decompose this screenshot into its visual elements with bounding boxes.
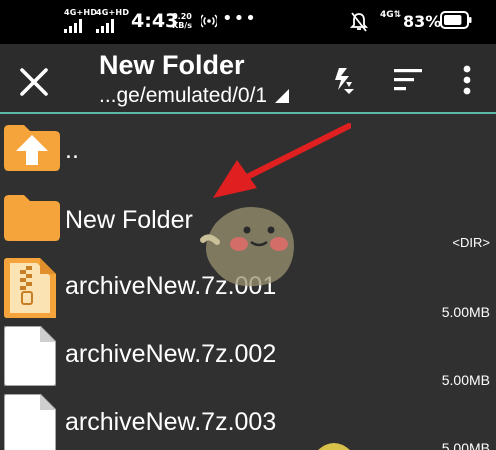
- folder-icon: [4, 195, 60, 241]
- signal-icon: [96, 19, 114, 33]
- list-item-size: 5.00MB: [441, 304, 490, 320]
- more-notifications-icon: •••: [222, 8, 257, 29]
- close-icon[interactable]: [16, 64, 52, 100]
- list-item-name: New Folder: [65, 206, 193, 234]
- battery-percent: 83%: [403, 12, 442, 31]
- sticker-icon: [200, 207, 294, 287]
- mobile-data-label: 4G: [380, 10, 394, 20]
- path-label: ...ge/emulated/0/1: [99, 84, 268, 107]
- dropdown-triangle-icon: [275, 89, 290, 103]
- sticker-icon: [318, 443, 350, 450]
- more-vert-icon[interactable]: [449, 62, 485, 98]
- status-bar: 4G+HD 4G+HD 4:43 0.20 KB/s ••• 4G⇅ 83%: [0, 0, 496, 44]
- hotspot-icon: [201, 14, 217, 28]
- annotation-arrow-icon: [213, 123, 351, 198]
- file-icon: [4, 394, 56, 450]
- mobile-data: 4G⇅: [380, 10, 401, 20]
- network-speed: 0.20 KB/s: [172, 12, 192, 30]
- sort-icon[interactable]: [390, 62, 426, 98]
- list-item-name: archiveNew.7z.003: [65, 408, 277, 436]
- mute-icon: [350, 12, 368, 32]
- page-title: New Folder: [99, 50, 245, 80]
- battery-icon: [440, 11, 472, 29]
- network-speed-value: 0.20: [172, 12, 192, 21]
- list-item-size: 5.00MB: [441, 440, 490, 450]
- data-arrows-icon: ⇅: [393, 10, 402, 20]
- list-item-name: archiveNew.7z.002: [65, 340, 277, 368]
- sim1-network-label: 4G+HD: [64, 8, 98, 17]
- sim2-network-label: 4G+HD: [96, 8, 130, 17]
- file-icon: [4, 326, 56, 386]
- folder-up-icon: [4, 125, 60, 171]
- archive-file-icon: [4, 258, 56, 318]
- list-item-file[interactable]: archiveNew.7z.003 5.00MB: [0, 390, 496, 450]
- list-item-type: <DIR>: [452, 235, 490, 250]
- compress-icon[interactable]: [326, 62, 362, 98]
- path-dropdown[interactable]: ...ge/emulated/0/1: [99, 84, 290, 108]
- list-item-size: 5.00MB: [441, 372, 490, 388]
- signal-icon: [64, 19, 82, 33]
- network-speed-unit: KB/s: [172, 21, 192, 30]
- list-item-file[interactable]: archiveNew.7z.002 5.00MB: [0, 322, 496, 390]
- list-item-name: ..: [65, 136, 79, 164]
